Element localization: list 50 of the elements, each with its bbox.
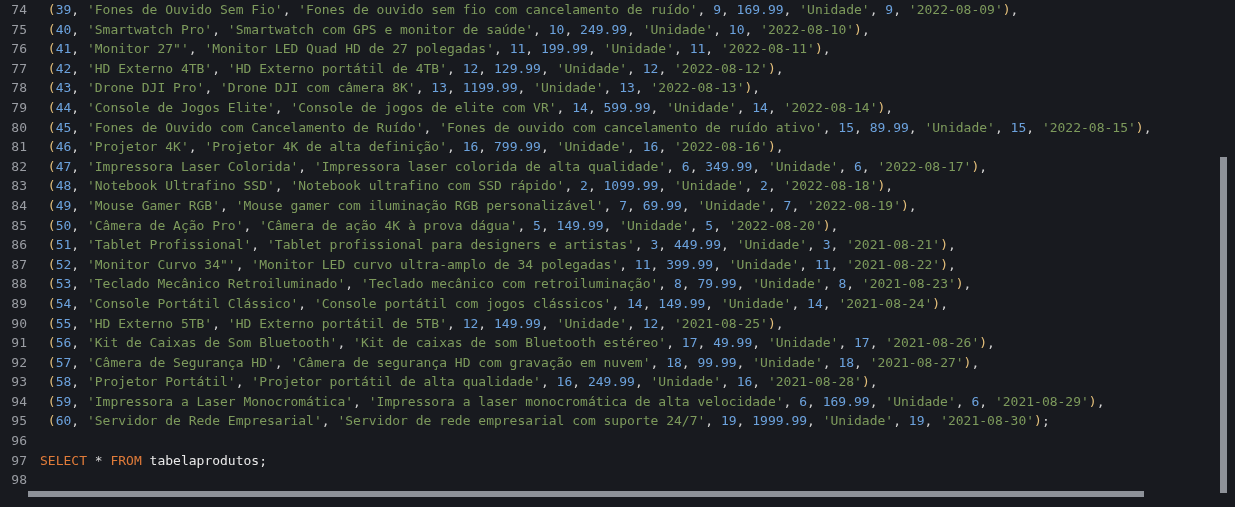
code-line: (42, 'HD Externo 4TB', 'HD Externo portátil de 4TB', 12, 129.99, 'Unidade', 12, '2022-08-12'), bbox=[46, 59, 784, 78]
line-number: 80 bbox=[10, 118, 27, 137]
code-line: (56, 'Kit de Caixas de Som Bluetooth', 'Kit de caixas de som Bluetooth estéreo', 17, 49.99, 'Unidade', 17, '2021-08-26'), bbox=[46, 334, 995, 353]
code-line: (44, 'Console de Jogos Elite', 'Console de jogos de elite com VR', 14, 599.99, 'Unidade', 14, '2022-08-14'), bbox=[46, 98, 894, 117]
line-number: 96 bbox=[10, 432, 27, 451]
line-number: 83 bbox=[10, 177, 27, 196]
line-number: 75 bbox=[10, 20, 27, 39]
line-number: 85 bbox=[10, 216, 27, 235]
code-line: (57, 'Câmera de Segurança HD', 'Câmera de segurança HD com gravação em nuvem', 18, 99.99, 'Unidade', 18, '2021-08-27'), bbox=[46, 353, 980, 372]
line-number: 89 bbox=[10, 294, 27, 313]
line-number: 93 bbox=[10, 373, 27, 392]
line-number: 82 bbox=[10, 157, 27, 176]
line-number: 79 bbox=[10, 98, 27, 117]
code-line: (43, 'Drone DJI Pro', 'Drone DJI com câmera 8K', 13, 1199.99, 'Unidade', 13, '2022-08-13'), bbox=[46, 79, 761, 98]
line-number: 78 bbox=[10, 79, 27, 98]
line-number: 98 bbox=[10, 471, 27, 490]
code-line: (51, 'Tablet Profissional', 'Tablet profissional para designers e artistas', 3, 449.99, 'Unidade', 3, '2021-08-21'), bbox=[46, 236, 956, 255]
code-line: (40, 'Smartwatch Pro', 'Smartwatch com GPS e monitor de saúde', 10, 249.99, 'Unidade', 10, '2022-08-10'), bbox=[46, 20, 870, 39]
line-number: 92 bbox=[10, 353, 27, 372]
code-line: (55, 'HD Externo 5TB', 'HD Externo portátil de 5TB', 12, 149.99, 'Unidade', 12, '2021-08-25'), bbox=[46, 314, 784, 333]
code-line: (41, 'Monitor 27"', 'Monitor LED Quad HD de 27 polegadas', 11, 199.99, 'Unidade', 11, '2022-08-11'), bbox=[46, 40, 831, 59]
code-line: (47, 'Impressora Laser Colorida', 'Impressora laser colorida de alta qualidade', 6, 349.99, 'Unidade', 6, '2022-08-17'), bbox=[46, 157, 988, 176]
code-line: (46, 'Projetor 4K', 'Projetor 4K de alta definição', 16, 799.99, 'Unidade', 16, '2022-08-16'), bbox=[46, 138, 784, 157]
line-number: 97 bbox=[10, 451, 27, 470]
code-line: (52, 'Monitor Curvo 34"', 'Monitor LED curvo ultra-amplo de 34 polegadas', 11, 399.99, 'Unidade', 11, '2021-08-22'), bbox=[46, 255, 956, 274]
vertical-scrollbar[interactable] bbox=[1220, 157, 1227, 493]
code-line: (54, 'Console Portátil Clássico', 'Console portátil com jogos clássicos', 14, 149.99, 'Unidade', 14, '2021-08-24'), bbox=[46, 294, 948, 313]
line-number: 90 bbox=[10, 314, 27, 333]
line-number: 84 bbox=[10, 196, 27, 215]
line-number: 94 bbox=[10, 392, 27, 411]
line-number: 74 bbox=[10, 1, 27, 19]
code-line: (53, 'Teclado Mecânico Retroiluminado', 'Teclado mecânico com retroiluminação', 8, 79.99, 'Unidade', 8, '2021-08-23'), bbox=[46, 275, 972, 294]
code-line: (59, 'Impressora a Laser Monocromática', 'Impressora a laser monocromática de alta velocidade', 6, 169.99, 'Unidade', 6, '2021-08-29'), bbox=[46, 392, 1105, 411]
line-number: 95 bbox=[10, 412, 27, 431]
line-number: 91 bbox=[10, 334, 27, 353]
line-number: 86 bbox=[10, 236, 27, 255]
code-line: (48, 'Notebook Ultrafino SSD', 'Notebook ultrafino com SSD rápido', 2, 1099.99, 'Unidade', 2, '2022-08-18'), bbox=[46, 177, 894, 196]
code-line: (49, 'Mouse Gamer RGB', 'Mouse gamer com iluminação RGB personalizável', 7, 69.99, 'Unidade', 7, '2022-08-19'), bbox=[46, 196, 917, 215]
code-line: (45, 'Fones de Ouvido com Cancelamento de Ruído', 'Fones de ouvido com cancelamento de ruído ativo', 15, 89.99, 'Unidade', 15, '2022-08-15'), bbox=[46, 118, 1152, 137]
code-line: SELECT * FROM tabelaprodutos; bbox=[40, 451, 267, 470]
line-number: 87 bbox=[10, 255, 27, 274]
code-line: (58, 'Projetor Portátil', 'Projetor portátil de alta qualidade', 16, 249.99, 'Unidade', 16, '2021-08-28'), bbox=[46, 373, 878, 392]
code-line: (50, 'Câmera de Ação Pro', 'Câmera de ação 4K à prova dágua', 5, 149.99, 'Unidade', 5, '2022-08-20'), bbox=[46, 216, 839, 235]
line-number: 77 bbox=[10, 59, 27, 78]
line-number: 81 bbox=[10, 138, 27, 157]
horizontal-scrollbar[interactable] bbox=[28, 491, 1144, 497]
code-line: (39, 'Fones de Ouvido Sem Fio', 'Fones de ouvido sem fio com cancelamento de ruído', 9, 169.99, 'Unidade', 9, '2022-08-09'), bbox=[46, 1, 1019, 19]
code-line: (60, 'Servidor de Rede Empresarial', 'Servidor de rede empresarial com suporte 24/7', 19, 1999.99, 'Unidade', 19, '2021-08-30'); bbox=[46, 412, 1050, 431]
line-number: 88 bbox=[10, 275, 27, 294]
line-number: 76 bbox=[10, 40, 27, 59]
